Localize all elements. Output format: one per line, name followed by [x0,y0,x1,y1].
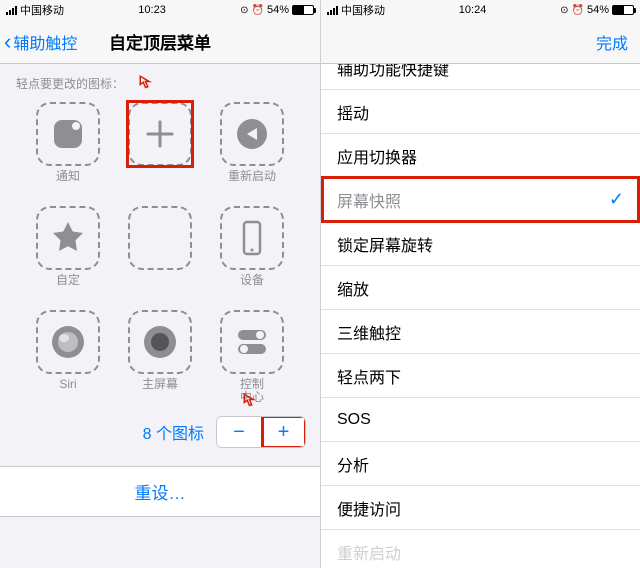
tile-label: 主屏幕 [142,378,178,391]
signal-icon [327,6,338,15]
reset-button[interactable]: 重设… [0,466,320,517]
icon-grid: 通知重新启动自定设备Siri主屏幕控制 中心 [0,98,320,410]
done-button[interactable]: 完成 [596,30,640,54]
list-item-label: 辅助功能快捷键 [337,64,449,80]
reset-label: 重设… [135,484,186,503]
phone-left: 中国移动 10:23 ⊙ ⏰ 54% ‹ 辅助触控 自定顶层菜单 轻点要更改的图… [0,0,320,568]
home-icon [128,310,192,374]
cursor-annotation-icon [138,74,156,92]
list-item[interactable]: 摇动 [321,90,640,134]
clock-icon: ⏰ [572,5,584,16]
grid-cell[interactable]: 自定 [22,202,114,306]
action-list: 辅助功能快捷键摇动应用切换器屏幕快照 ✓ 锁定屏幕旋转缩放三维触控轻点两下 SOS 分析… [321,64,640,568]
list-item-label: SOS [337,411,371,429]
grid-cell[interactable]: 主屏幕 [114,306,206,410]
tile-label: 设备 [240,274,264,287]
list-item-label: 便捷访问 [337,496,401,520]
clock-icon: ⏰ [252,5,264,16]
list-item-label: 轻点两下 [337,364,401,388]
list-item[interactable]: 三维触控 [321,310,640,354]
grid-cell[interactable]: 重新启动 [206,98,298,202]
device-icon [220,206,284,270]
grid-cell[interactable] [114,98,206,202]
icon-count-label: 8 个图标 [143,420,204,444]
cursor-annotation-icon [242,392,260,410]
list-item-label: 分析 [337,452,369,476]
nav-bar: 完成 [321,20,640,64]
list-item[interactable]: 轻点两下 [321,354,640,398]
list-item[interactable]: 辅助功能快捷键 [321,64,640,90]
list-item[interactable]: 屏幕快照 ✓ [321,178,640,222]
list-item-label: 重新启动 [337,540,401,564]
alarm-icon: ⊙ [240,5,248,16]
status-bar: 中国移动 10:24 ⊙ ⏰ 54% [321,0,640,20]
list-item-label: 缩放 [337,276,369,300]
grid-cell[interactable] [114,202,206,306]
checkmark-icon: ✓ [609,189,624,210]
carrier-label: 中国移动 [20,2,64,18]
list-item[interactable]: 应用切换器 [321,134,640,178]
tile-label: 通知 [56,170,80,183]
placeholder-icon [128,206,192,270]
icon-count-stepper: − + [216,416,306,448]
battery-pct: 54% [267,4,289,16]
grid-cell[interactable]: 通知 [22,98,114,202]
battery-icon [612,5,634,15]
list-item-label: 应用切换器 [337,144,417,168]
signal-icon [6,6,17,15]
chevron-left-icon: ‹ [4,31,11,53]
back-label: 辅助触控 [13,30,77,54]
list-item[interactable]: SOS [321,398,640,442]
tile-label: Siri [59,378,76,391]
stepper-minus-button[interactable]: − [217,417,261,447]
carrier-label: 中国移动 [341,2,385,18]
phone-right: 中国移动 10:24 ⊙ ⏰ 54% 完成 辅助功能快捷键摇动应用切换器屏幕快照… [320,0,640,568]
status-bar: 中国移动 10:23 ⊙ ⏰ 54% [0,0,320,20]
hint-row: 轻点要更改的图标： [0,64,320,98]
grid-cell[interactable]: Siri [22,306,114,410]
list-item[interactable]: 缩放 [321,266,640,310]
list-item[interactable]: 分析 [321,442,640,486]
add-icon [128,102,192,166]
list-item[interactable]: 锁定屏幕旋转 [321,222,640,266]
list-item-label: 屏幕快照 [337,188,401,212]
list-item-label: 三维触控 [337,320,401,344]
tile-label: 自定 [56,274,80,287]
list-item: 重新启动 [321,530,640,568]
notification-icon [36,102,100,166]
hint-label: 轻点要更改的图标： [16,75,124,92]
icon-count-row: 8 个图标 − + [0,410,320,448]
restart-icon [220,102,284,166]
control-center-icon [220,310,284,374]
status-time: 10:23 [138,4,166,16]
custom-icon [36,206,100,270]
alarm-icon: ⊙ [560,5,568,16]
list-item-label: 摇动 [337,100,369,124]
grid-cell[interactable]: 设备 [206,202,298,306]
nav-bar: ‹ 辅助触控 自定顶层菜单 [0,20,320,64]
stepper-plus-button[interactable]: + [261,417,305,447]
battery-pct: 54% [587,4,609,16]
tile-label: 重新启动 [228,170,276,183]
siri-icon [36,310,100,374]
list-item[interactable]: 便捷访问 [321,486,640,530]
list-item-label: 锁定屏幕旋转 [337,232,433,256]
status-time: 10:24 [459,4,487,16]
back-button[interactable]: ‹ 辅助触控 [0,30,77,54]
battery-icon [292,5,314,15]
